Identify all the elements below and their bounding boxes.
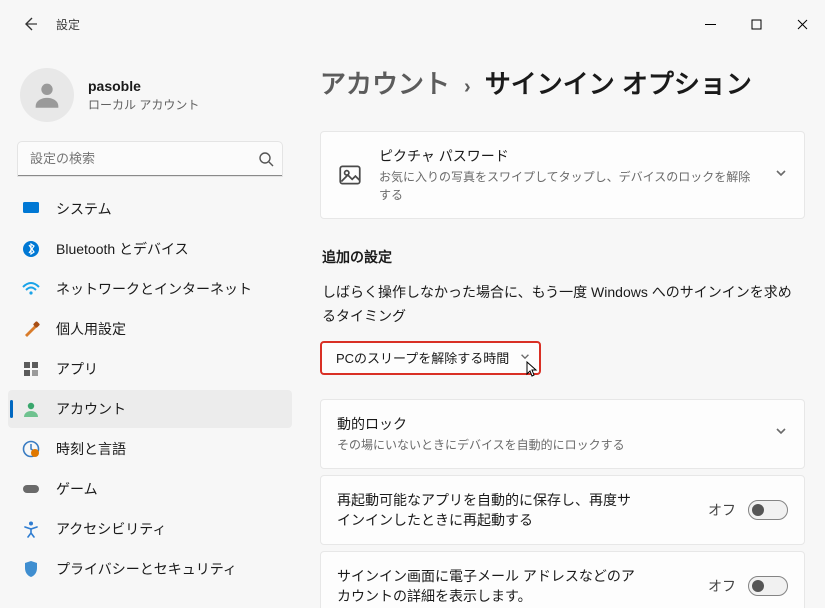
sidebar-item-system[interactable]: システム xyxy=(8,190,292,228)
chevron-down-icon xyxy=(774,424,788,443)
sidebar-item-accessibility[interactable]: アクセシビリティ xyxy=(8,510,292,548)
gamepad-icon xyxy=(22,480,40,498)
minimize-icon xyxy=(705,19,716,30)
close-icon xyxy=(797,19,808,30)
sidebar-item-network[interactable]: ネットワークとインターネット xyxy=(8,270,292,308)
breadcrumb-parent[interactable]: アカウント xyxy=(320,64,450,101)
person-icon xyxy=(22,400,40,418)
sidebar-item-label: アプリ xyxy=(56,359,98,379)
picture-icon xyxy=(337,162,363,188)
wifi-icon xyxy=(22,280,40,298)
accessibility-icon xyxy=(22,520,40,538)
dropdown-selected-value: PCのスリープを解除する時間 xyxy=(336,348,509,367)
person-icon xyxy=(30,78,64,112)
globe-clock-icon xyxy=(22,440,40,458)
setting-label: しばらく操作しなかった場合に、もう一度 Windows へのサインインを求めるタ… xyxy=(322,281,803,329)
sidebar-item-accounts[interactable]: アカウント xyxy=(8,390,292,428)
sidebar-item-gaming[interactable]: ゲーム xyxy=(8,470,292,508)
show-email-toggle[interactable] xyxy=(748,576,788,596)
sidebar-item-label: ネットワークとインターネット xyxy=(56,279,252,299)
sidebar-item-privacy[interactable]: プライバシーとセキュリティ xyxy=(8,550,292,588)
monitor-icon xyxy=(22,200,40,218)
sidebar-item-personalization[interactable]: 個人用設定 xyxy=(8,310,292,348)
search-input[interactable] xyxy=(18,142,282,176)
apps-icon xyxy=(22,360,40,378)
window-controls xyxy=(687,8,825,40)
search-box[interactable] xyxy=(18,142,282,176)
shield-icon xyxy=(22,560,40,578)
restart-apps-toggle[interactable] xyxy=(748,500,788,520)
card-subtitle: お気に入りの写真をスワイプしてタップし、デバイスのロックを解除する xyxy=(379,168,758,204)
sidebar-item-label: システム xyxy=(56,199,112,219)
sidebar-item-label: Bluetooth とデバイス xyxy=(56,239,189,259)
card-subtitle: その場にいないときにデバイスを自動的にロックする xyxy=(337,436,758,454)
account-name: pasoble xyxy=(88,78,199,94)
setting-restart-apps: 再起動可能なアプリを自動的に保存し、再度サインインしたときに再起動する オフ xyxy=(320,475,805,545)
account-type: ローカル アカウント xyxy=(88,96,199,113)
setting-picture-password[interactable]: ピクチャ パスワード お気に入りの写真をスワイプしてタップし、デバイスのロックを… xyxy=(320,131,805,219)
setting-resignin-timing: しばらく操作しなかった場合に、もう一度 Windows へのサインインを求めるタ… xyxy=(320,281,805,341)
sidebar: pasoble ローカル アカウント システム Bluetooth とデバイ xyxy=(0,48,300,608)
sidebar-item-time-language[interactable]: 時刻と言語 xyxy=(8,430,292,468)
chevron-down-icon xyxy=(774,166,788,185)
resignin-timing-dropdown[interactable]: PCのスリープを解除する時間 xyxy=(320,341,541,375)
sidebar-item-label: アクセシビリティ xyxy=(56,519,166,539)
sidebar-item-label: ゲーム xyxy=(56,479,98,499)
breadcrumb: アカウント › サインイン オプション xyxy=(320,64,805,101)
chevron-right-icon: › xyxy=(464,76,471,99)
setting-dynamic-lock[interactable]: 動的ロック その場にいないときにデバイスを自動的にロックする xyxy=(320,399,805,469)
search-icon xyxy=(258,151,274,167)
window-title: 設定 xyxy=(56,16,80,33)
close-button[interactable] xyxy=(779,8,825,40)
maximize-button[interactable] xyxy=(733,8,779,40)
chevron-down-icon xyxy=(519,350,531,365)
toggle-state-text: オフ xyxy=(708,576,736,596)
main-content: アカウント › サインイン オプション ピクチャ パスワード お気に入りの写真を… xyxy=(300,48,825,608)
sidebar-item-bluetooth[interactable]: Bluetooth とデバイス xyxy=(8,230,292,268)
sidebar-item-label: プライバシーとセキュリティ xyxy=(56,559,237,579)
maximize-icon xyxy=(751,19,762,30)
breadcrumb-current: サインイン オプション xyxy=(485,64,752,101)
sidebar-nav: システム Bluetooth とデバイス ネットワークとインターネット 個人用設… xyxy=(8,190,292,588)
section-title-additional: 追加の設定 xyxy=(322,247,805,267)
bluetooth-icon xyxy=(22,240,40,258)
sidebar-item-label: 個人用設定 xyxy=(56,319,126,339)
paintbrush-icon xyxy=(22,320,40,338)
account-block[interactable]: pasoble ローカル アカウント xyxy=(8,56,292,142)
card-title: ピクチャ パスワード xyxy=(379,146,758,166)
arrow-left-icon xyxy=(22,16,38,32)
setting-show-email-on-signin: サインイン画面に電子メール アドレスなどのアカウントの詳細を表示します。 オフ xyxy=(320,551,805,608)
card-title: 動的ロック xyxy=(337,414,758,434)
sidebar-item-apps[interactable]: アプリ xyxy=(8,350,292,388)
back-button[interactable] xyxy=(12,6,48,42)
titlebar: 設定 xyxy=(0,0,825,48)
avatar xyxy=(20,68,74,122)
minimize-button[interactable] xyxy=(687,8,733,40)
sidebar-item-label: 時刻と言語 xyxy=(56,439,126,459)
card-title: サインイン画面に電子メール アドレスなどのアカウントの詳細を表示します。 xyxy=(337,566,637,606)
toggle-state-text: オフ xyxy=(708,500,736,520)
card-title: 再起動可能なアプリを自動的に保存し、再度サインインしたときに再起動する xyxy=(337,490,637,530)
sidebar-item-label: アカウント xyxy=(56,399,126,419)
